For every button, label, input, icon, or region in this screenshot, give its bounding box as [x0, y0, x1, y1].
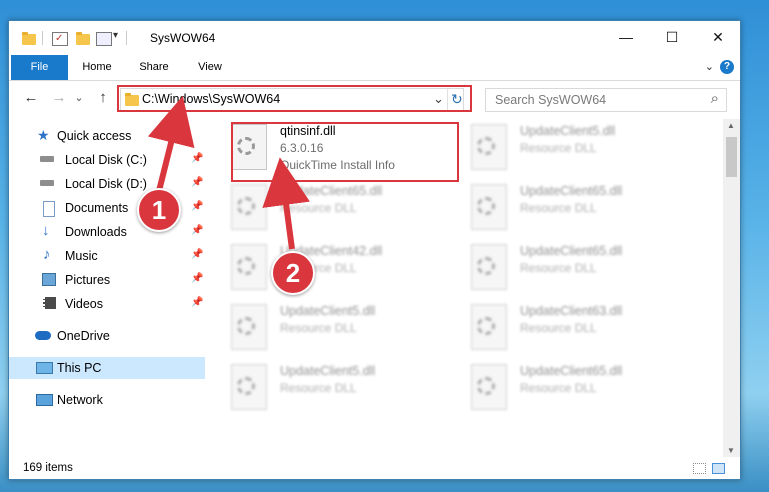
step-badge-1: 1	[137, 188, 181, 232]
step-badge-2: 2	[271, 251, 315, 295]
arrow-2	[262, 157, 310, 250]
arrow-1	[147, 95, 195, 192]
annotation-arrows	[147, 95, 310, 250]
explorer-window: ✓ ▾ SysWOW64 — ☐ ✕ File Home Share View …	[8, 20, 741, 480]
